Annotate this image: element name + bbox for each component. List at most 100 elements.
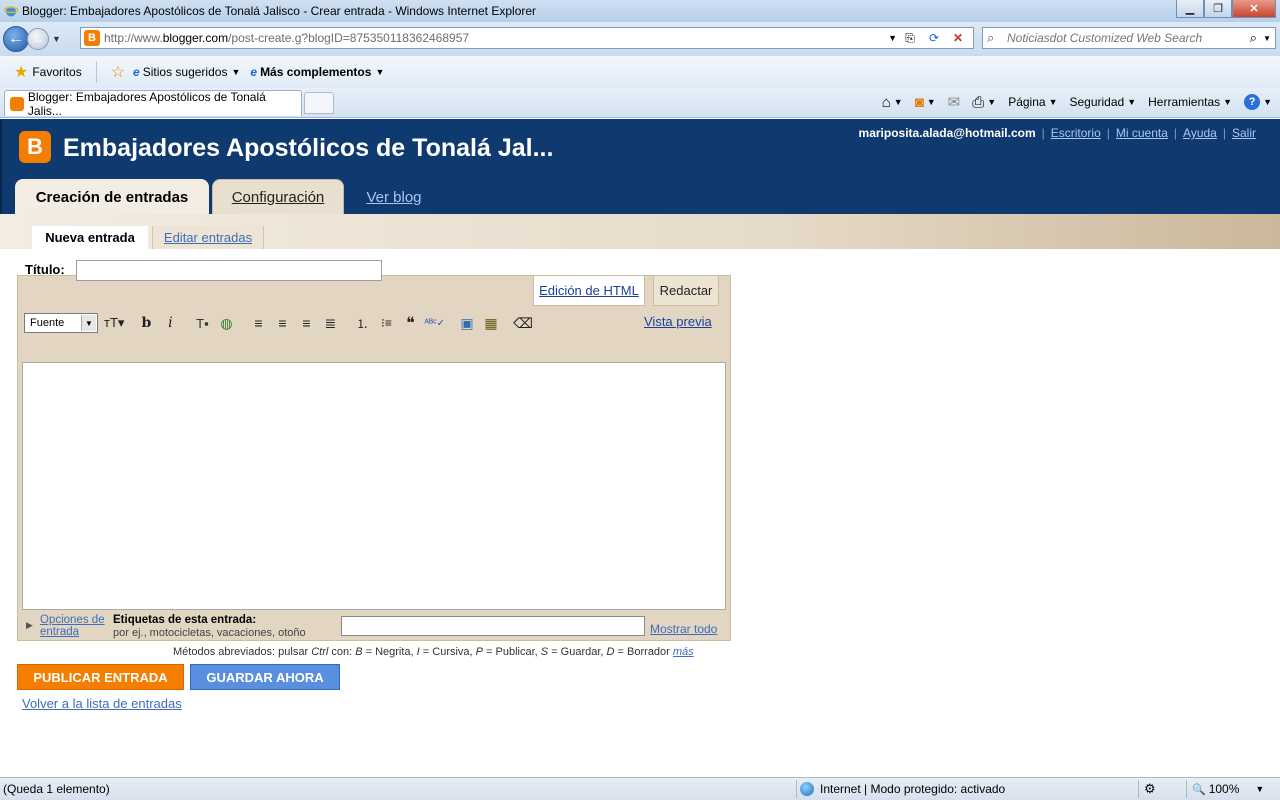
volver-lista-entradas-link[interactable]: Volver a la lista de entradas <box>22 696 182 711</box>
search-input[interactable] <box>1007 31 1247 45</box>
post-body-editor[interactable] <box>22 362 726 610</box>
favorites-button[interactable]: ★ Favoritos <box>14 62 82 82</box>
minimize-button[interactable]: ▁ <box>1176 0 1204 18</box>
search-options-dropdown[interactable]: ▼ <box>1263 34 1271 43</box>
feeds-icon: ◙ <box>914 93 924 111</box>
back-button[interactable]: ← <box>3 26 29 52</box>
font-select[interactable]: Fuente ▼ <box>24 313 98 333</box>
tools-menu[interactable]: Herramientas ▼ <box>1148 95 1232 109</box>
window-titlebar: Blogger: Embajadores Apostólicos de Tona… <box>0 0 1280 22</box>
link-icon[interactable]: ◍ <box>216 313 236 333</box>
publicar-entrada-button[interactable]: PUBLICAR ENTRADA <box>17 664 184 690</box>
compatibility-view-icon[interactable]: ⎘ <box>901 30 919 46</box>
vista-previa-link[interactable]: Vista previa <box>644 314 712 329</box>
salir-link[interactable]: Salir <box>1232 126 1256 140</box>
addons-icon: e <box>250 65 258 79</box>
tab-creacion-entradas[interactable]: Creación de entradas <box>15 179 209 215</box>
zoom-level: 100% <box>1208 782 1240 796</box>
remove-formatting-icon[interactable]: ⌫ <box>513 313 533 333</box>
blogger-favicon-icon <box>10 96 24 111</box>
favorites-bar: ★ Favoritos ☆ e Sitios sugeridos ▼ e Más… <box>0 56 1280 88</box>
feeds-button[interactable]: ◙ ▼ <box>915 94 936 111</box>
help-button[interactable]: ? ▼ <box>1244 94 1272 110</box>
search-icon[interactable]: ⌕ <box>1250 30 1257 46</box>
page-menu[interactable]: Página ▼ <box>1008 95 1057 109</box>
blogger-favicon-icon: B <box>84 30 100 46</box>
page-menu-label: Página <box>1008 95 1046 109</box>
tab-ver-blog[interactable]: Ver blog <box>354 179 434 215</box>
browser-tab-label: Blogger: Embajadores Apostólicos de Tona… <box>27 89 266 118</box>
print-button[interactable]: ⎙ ▼ <box>972 94 996 111</box>
navigation-bar: ← → ▼ B http://www.blogger.com/post-crea… <box>0 22 1280 56</box>
align-left-icon[interactable]: ≡ <box>248 313 268 333</box>
stop-icon[interactable]: ✕ <box>949 30 967 46</box>
chevron-down-icon: ▼ <box>231 67 241 77</box>
home-button[interactable]: ⌂ ▼ <box>882 94 903 111</box>
security-zone[interactable]: Internet | Modo protegido: activado <box>800 782 1005 796</box>
image-icon[interactable]: ▣ <box>457 313 477 333</box>
mi-cuenta-link[interactable]: Mi cuenta <box>1116 126 1168 140</box>
favorites-separator <box>95 61 97 83</box>
subtab-nueva-entrada[interactable]: Nueva entrada <box>32 226 148 249</box>
mostrar-todo-link[interactable]: Mostrar todo <box>650 622 717 636</box>
blog-title: Embajadores Apostólicos de Tonalá Jal... <box>63 134 554 162</box>
video-icon[interactable]: ▦ <box>481 313 501 333</box>
browser-tab-blogger[interactable]: Blogger: Embajadores Apostólicos de Tona… <box>4 89 302 118</box>
user-email: mariposita.alada@hotmail.com <box>858 126 1036 140</box>
escritorio-link[interactable]: Escritorio <box>1051 126 1101 140</box>
tools-menu-label: Herramientas <box>1148 95 1221 109</box>
sub-tab-bar: Nueva entrada Editar entradas <box>0 214 1280 249</box>
numbered-list-icon[interactable]: ⒈ <box>352 313 372 333</box>
chevron-down-icon: ▼ <box>81 315 96 331</box>
post-title-input[interactable] <box>76 260 382 281</box>
recent-pages-dropdown[interactable]: ▼ <box>52 34 61 44</box>
labels-input[interactable] <box>341 616 645 636</box>
labels-row: ▶ Opciones de entrada Etiquetas de esta … <box>24 614 724 642</box>
close-button[interactable]: ✕ <box>1232 0 1276 18</box>
zoom-control[interactable]: 🔍 100% ▼ <box>1192 782 1264 796</box>
opciones-de-entrada-link[interactable]: Opciones de entrada <box>40 614 112 638</box>
justify-icon[interactable]: ≣ <box>320 313 340 333</box>
expand-triangle-icon[interactable]: ▶ <box>26 620 33 631</box>
more-addons-button[interactable]: e Más complementos ▼ <box>250 65 384 79</box>
new-tab-button[interactable] <box>304 92 334 114</box>
forward-button[interactable]: → <box>27 28 49 50</box>
refresh-icon[interactable]: ⟳ <box>925 30 943 46</box>
guardar-ahora-button[interactable]: GUARDAR AHORA <box>190 664 340 690</box>
suggested-sites-button[interactable]: e Sitios sugeridos ▼ <box>133 65 240 79</box>
add-to-favorites-bar-button[interactable]: ☆ <box>111 62 129 82</box>
tab-redactar[interactable]: Redactar <box>653 276 719 306</box>
mail-icon: ✉ <box>947 94 961 111</box>
font-select-value: Fuente <box>30 317 65 329</box>
bold-icon[interactable]: b <box>136 313 156 333</box>
ayuda-link[interactable]: Ayuda <box>1183 126 1217 140</box>
search-box[interactable]: ⌕ ⌕ ▼ <box>982 27 1276 49</box>
read-mail-button[interactable]: ✉ <box>948 93 961 111</box>
address-bar[interactable]: B http://www.blogger.com/post-create.g?b… <box>80 27 974 49</box>
favorites-star-icon: ★ <box>14 64 29 81</box>
suggested-sites-label: Sitios sugeridos <box>142 65 228 79</box>
font-size-icon[interactable]: тT▾ <box>104 313 124 333</box>
tab-edicion-html[interactable]: Edición de HTML <box>533 276 645 306</box>
address-dropdown-icon[interactable]: ▼ <box>888 33 897 43</box>
blogger-header: B Embajadores Apostólicos de Tonalá Jal.… <box>0 119 1280 215</box>
blockquote-icon[interactable]: ❝ <box>400 313 420 333</box>
text-color-icon[interactable]: T▪ <box>192 313 212 333</box>
blogger-page: B Embajadores Apostólicos de Tonalá Jal.… <box>0 119 1280 777</box>
blogger-logo-icon[interactable]: B <box>19 131 51 163</box>
align-center-icon[interactable]: ≡ <box>272 313 292 333</box>
safety-menu[interactable]: Seguridad ▼ <box>1069 95 1136 109</box>
maximize-button[interactable]: ❐ <box>1204 0 1232 18</box>
bullet-list-icon[interactable]: ⁝≡ <box>376 313 396 333</box>
align-right-icon[interactable]: ≡ <box>296 313 316 333</box>
subtab-editar-entradas[interactable]: Editar entradas <box>152 226 264 249</box>
address-url[interactable]: http://www.blogger.com/post-create.g?blo… <box>104 31 469 45</box>
spellcheck-icon[interactable]: ᴬᴮᶜ✓ <box>424 313 445 333</box>
status-text: (Queda 1 elemento) <box>3 782 110 796</box>
italic-icon[interactable]: i <box>160 313 180 333</box>
tab-configuracion[interactable]: Configuración <box>212 179 344 215</box>
account-links: mariposita.alada@hotmail.com | Escritori… <box>858 126 1256 140</box>
globe-icon <box>800 782 814 796</box>
mas-shortcuts-link[interactable]: más <box>673 646 694 658</box>
protected-mode-icon[interactable]: ⚙ <box>1144 781 1156 797</box>
